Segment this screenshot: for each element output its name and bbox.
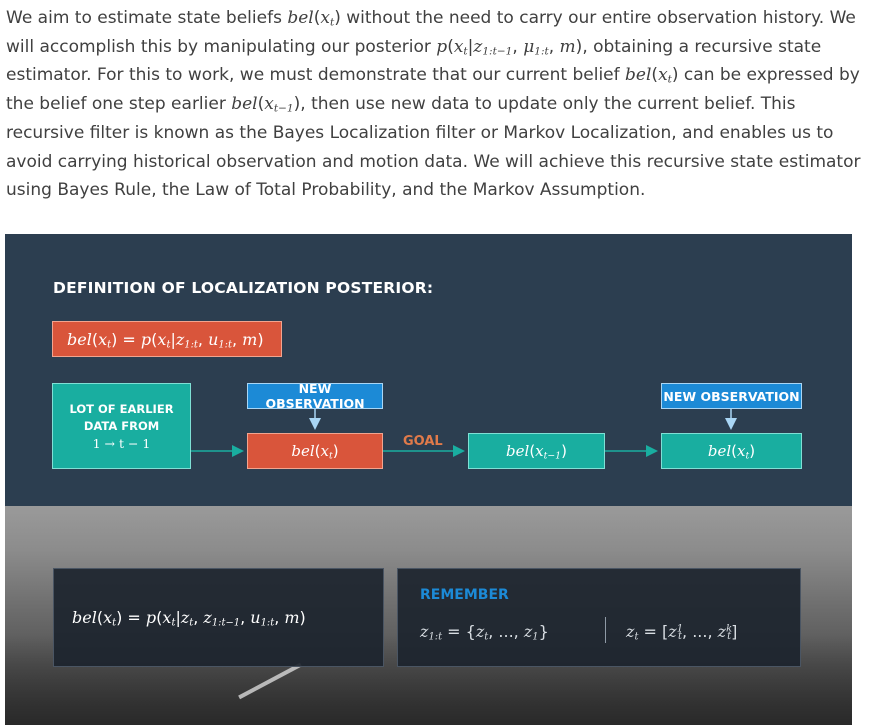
goal-label: GOAL	[403, 434, 443, 449]
posterior-definition-box: bel(xt) = p(xt | z1:t, u1:t, m)	[52, 321, 282, 357]
posterior-split-equation: bel(xt) = p(xt|zt, z1:t−1, u1:t, m)	[72, 608, 306, 629]
observation-set-equation: z1:t = {zt, ..., z1}	[420, 622, 549, 643]
belief-previous-box: bel(xt−1)	[468, 433, 605, 469]
posterior-split-box: bel(xt) = p(xt|zt, z1:t−1, u1:t, m)	[53, 568, 384, 667]
intro-paragraph: We aim to estimate state beliefs bel(xt)…	[6, 8, 861, 201]
belief-updated-box: bel(xt)	[661, 433, 802, 469]
remember-label: REMEMBER	[420, 587, 509, 603]
belief-current-box: bel(xt)	[247, 433, 383, 469]
localization-figure: DEFINITION OF LOCALIZATION POSTERIOR: be…	[5, 234, 852, 725]
new-observation-label-1: NEW OBSERVATION	[247, 381, 383, 411]
equation-separator	[605, 617, 606, 643]
new-observation-label-2: NEW OBSERVATION	[661, 383, 802, 409]
remember-box: REMEMBER z1:t = {zt, ..., z1} zt = [z1t,…	[397, 568, 801, 667]
earlier-data-box: LOT OF EARLIER DATA FROM 1 → t − 1	[52, 383, 191, 469]
figure-title: DEFINITION OF LOCALIZATION POSTERIOR:	[53, 279, 434, 297]
observation-vector-equation: zt = [z1t, ..., zkt]	[626, 622, 738, 643]
